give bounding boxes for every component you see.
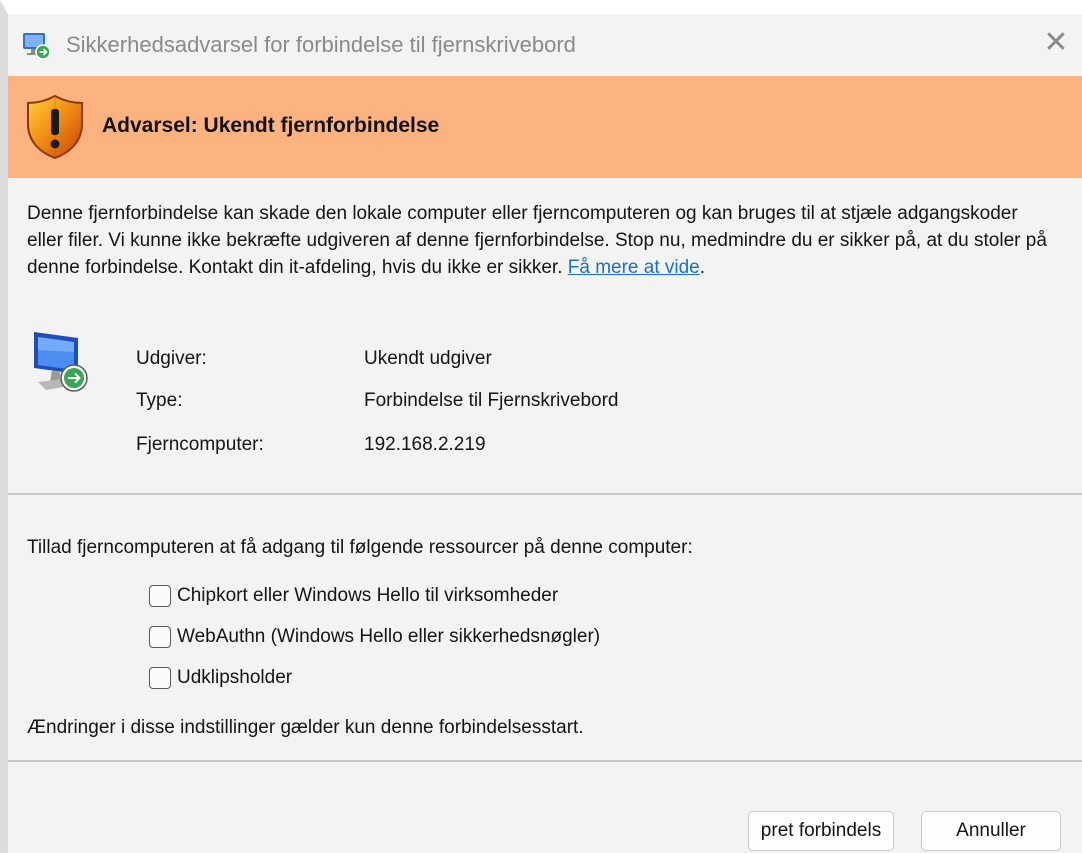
- resources-section: Tillad fjerncomputeren at få adgang til …: [8, 495, 1082, 760]
- smartcard-checkbox[interactable]: [149, 585, 171, 607]
- close-icon: ✕: [1043, 26, 1069, 59]
- smartcard-option[interactable]: Chipkort eller Windows Hello til virksom…: [149, 583, 558, 609]
- webauthn-label: WebAuthn (Windows Hello eller sikkerheds…: [177, 626, 601, 647]
- remote-computer-value: 192.168.2.219: [364, 434, 486, 455]
- warning-shield-icon: [27, 94, 83, 160]
- details-section: Denne fjernforbindelse kan skade den lok…: [8, 178, 1082, 493]
- close-button[interactable]: ✕: [1036, 24, 1076, 64]
- clipboard-option[interactable]: Udklipsholder: [149, 665, 292, 691]
- remote-desktop-computer-icon: [34, 332, 88, 392]
- settings-note: Ændringer i disse indstillinger gælder k…: [27, 717, 584, 738]
- cancel-button[interactable]: Annuller: [921, 811, 1061, 851]
- clipboard-checkbox[interactable]: [149, 667, 171, 689]
- learn-more-link[interactable]: Få mere at vide: [568, 257, 700, 278]
- remote-computer-label: Fjerncomputer:: [136, 434, 264, 455]
- smartcard-label: Chipkort eller Windows Hello til virksom…: [177, 585, 559, 606]
- webauthn-option[interactable]: WebAuthn (Windows Hello eller sikkerheds…: [149, 624, 600, 650]
- resources-title: Tillad fjerncomputeren at få adgang til …: [27, 537, 693, 558]
- security-warning-dialog: Sikkerhedsadvarsel for forbindelse til f…: [0, 0, 1082, 853]
- clipboard-label: Udklipsholder: [177, 667, 293, 688]
- button-bar: pret forbindels Annuller: [8, 762, 1082, 853]
- window-title: Sikkerhedsadvarsel for forbindelse til f…: [66, 32, 576, 57]
- remote-desktop-app-icon: [23, 33, 51, 60]
- connect-button[interactable]: pret forbindels: [748, 811, 894, 851]
- description-period: .: [699, 257, 706, 278]
- webauthn-checkbox[interactable]: [149, 626, 171, 648]
- description-text: Denne fjernforbindelse kan skade den lok…: [27, 203, 1047, 278]
- publisher-label: Udgiver:: [136, 348, 207, 369]
- warning-description: Denne fjernforbindelse kan skade den lok…: [27, 200, 1057, 281]
- warning-heading: Advarsel: Ukendt fjernforbindelse: [102, 114, 440, 137]
- title-bar: Sikkerhedsadvarsel for forbindelse til f…: [8, 14, 1082, 76]
- publisher-value: Ukendt udgiver: [364, 348, 492, 369]
- warning-banner: Advarsel: Ukendt fjernforbindelse: [8, 76, 1082, 178]
- type-label: Type:: [136, 390, 183, 411]
- type-value: Forbindelse til Fjernskrivebord: [364, 390, 619, 411]
